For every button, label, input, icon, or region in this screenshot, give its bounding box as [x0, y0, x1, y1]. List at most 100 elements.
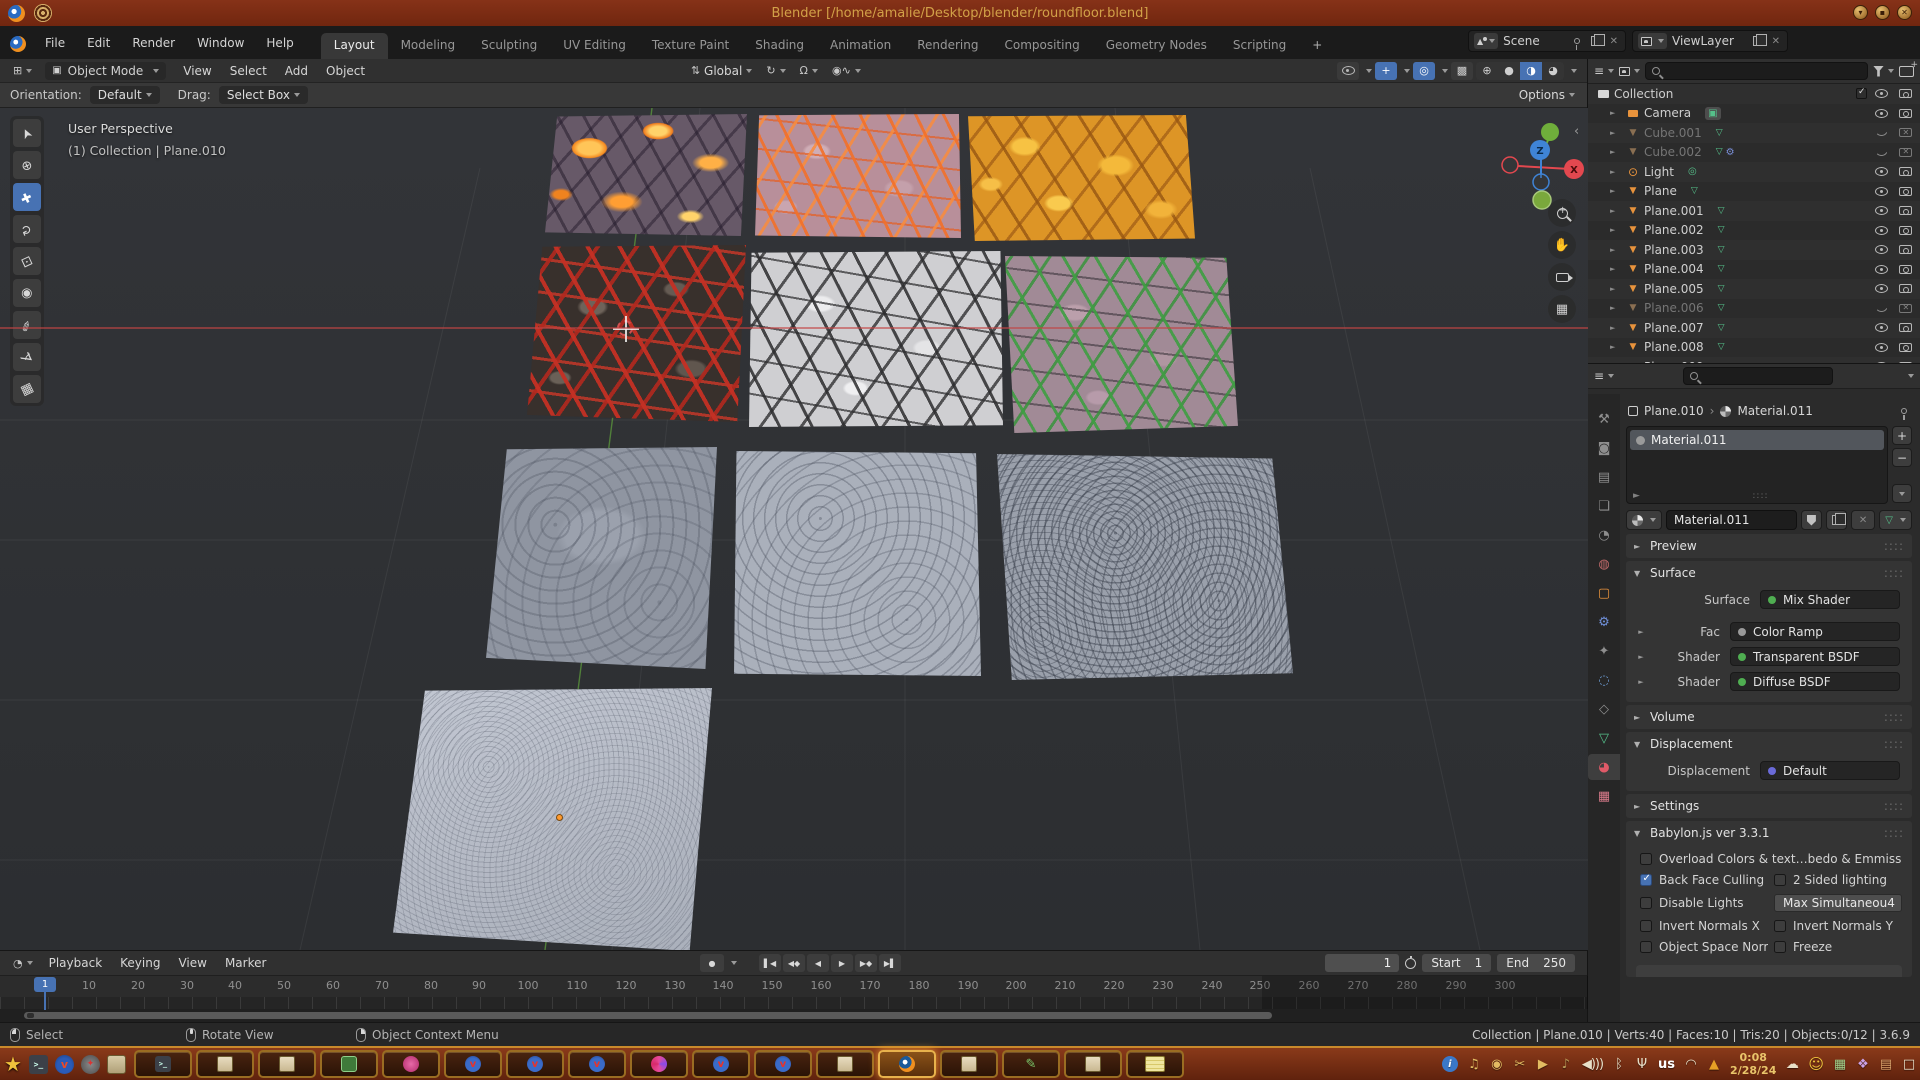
disable-render-icon[interactable]: [1899, 148, 1912, 157]
sidebar-collapse-arrow[interactable]: ‹: [1574, 124, 1579, 139]
outliner-row[interactable]: ► Plane.005: [1588, 279, 1920, 299]
task-file-manager[interactable]: [258, 1050, 316, 1078]
navigation-gizmo[interactable]: Z X: [1492, 116, 1584, 212]
clipboard-icon[interactable]: ✂: [1513, 1057, 1527, 1072]
unlink-material-button[interactable]: ✕: [1851, 510, 1875, 530]
pin-icon[interactable]: [1901, 408, 1907, 414]
tab-uv-editing[interactable]: UV Editing: [550, 33, 639, 59]
material-slot-list[interactable]: Material.011 ►::::: [1626, 426, 1888, 504]
editor-type-button[interactable]: ≡: [1594, 369, 1614, 383]
expand-icon[interactable]: ►: [1610, 187, 1622, 195]
overlays-toggle[interactable]: ◎: [1413, 62, 1435, 80]
launcher-package-icon[interactable]: [107, 1055, 126, 1074]
start-frame-field[interactable]: Start1: [1422, 954, 1491, 972]
tool-select-box[interactable]: ➤: [13, 119, 41, 147]
remove-slot-button[interactable]: −: [1892, 448, 1912, 467]
tab-physics[interactable]: ◌: [1588, 667, 1620, 693]
task-editor[interactable]: ✎: [1002, 1050, 1060, 1078]
viewport-menu-item[interactable]: Add: [276, 62, 317, 80]
editor-type-button[interactable]: ⊞: [8, 62, 37, 79]
dictionary-icon[interactable]: ▤: [1879, 1057, 1893, 1072]
timeline-menu-item[interactable]: Playback: [40, 954, 112, 972]
task-file-manager[interactable]: [196, 1050, 254, 1078]
disable-render-icon[interactable]: [1899, 187, 1912, 196]
keyboard-layout[interactable]: us: [1658, 1057, 1675, 1072]
tab-view-layer[interactable]: ❏: [1588, 493, 1620, 519]
clock[interactable]: 0:08 2/28/24: [1730, 1051, 1776, 1077]
usb-icon[interactable]: Ψ: [1635, 1057, 1649, 1072]
displacement-dropdown[interactable]: Default: [1760, 761, 1900, 780]
play-icon[interactable]: ▶: [1536, 1057, 1550, 1072]
disable-render-icon[interactable]: [1899, 89, 1912, 98]
tab-modeling[interactable]: Modeling: [388, 33, 469, 59]
hide-eye-icon[interactable]: [1875, 89, 1888, 98]
disable-render-icon[interactable]: [1899, 284, 1912, 293]
hide-eye-icon[interactable]: [1875, 305, 1888, 312]
hide-eye-icon[interactable]: [1875, 167, 1888, 176]
expand-icon[interactable]: ►: [1610, 109, 1622, 117]
emoji-icon[interactable]: ☺: [1808, 1055, 1824, 1073]
menu-item[interactable]: File: [34, 36, 76, 59]
copy-material-button[interactable]: [1826, 510, 1847, 530]
launcher-browser-icon[interactable]: v: [55, 1055, 74, 1074]
disable-lights-checkbox[interactable]: [1640, 897, 1652, 909]
menu-item[interactable]: Window: [186, 36, 255, 59]
tool-measure[interactable]: ∡: [13, 343, 41, 371]
tool-annotate[interactable]: ✎: [13, 311, 41, 339]
calculator-icon[interactable]: ▦: [1833, 1057, 1847, 1072]
plane-noise-contour[interactable]: [734, 451, 981, 676]
new-scene-icon[interactable]: [1591, 36, 1600, 46]
outliner-row[interactable]: ► Plane.002: [1588, 221, 1920, 241]
viewport-menu-item[interactable]: Object: [317, 62, 374, 80]
drag-dropdown[interactable]: Select Box: [219, 86, 308, 104]
task-blender[interactable]: [878, 1050, 936, 1078]
hide-eye-icon[interactable]: [1875, 343, 1888, 352]
scrollbar-thumb[interactable]: [24, 1012, 1272, 1019]
tool-cursor[interactable]: ⊕: [13, 151, 41, 179]
prev-keyframe-button[interactable]: ◀◆: [783, 954, 805, 972]
disable-render-icon[interactable]: [1899, 245, 1912, 254]
play-button[interactable]: ▶: [831, 954, 853, 972]
task-file-manager[interactable]: [816, 1050, 874, 1078]
play-reverse-button[interactable]: ◀: [807, 954, 829, 972]
info-icon[interactable]: i: [1442, 1056, 1458, 1072]
outliner-row[interactable]: ► Cube.001: [1588, 123, 1920, 143]
task-browser[interactable]: v: [444, 1050, 502, 1078]
tab-output[interactable]: ▤: [1588, 464, 1620, 490]
expand-icon[interactable]: ►: [1610, 226, 1622, 234]
outliner-search-input[interactable]: [1645, 62, 1868, 80]
auto-keying-button[interactable]: ●: [700, 954, 724, 972]
material-slot-selected[interactable]: Material.011: [1630, 430, 1884, 450]
menu-item[interactable]: Help: [255, 36, 304, 59]
viewport-canvas[interactable]: User Perspective (1) Collection | Plane.…: [0, 108, 1588, 950]
tab-add[interactable]: +: [1299, 33, 1335, 59]
new-collection-button[interactable]: [1899, 66, 1914, 77]
tab-layout[interactable]: Layout: [321, 33, 388, 59]
viewport-menu-item[interactable]: View: [174, 62, 220, 80]
hide-eye-icon[interactable]: [1875, 109, 1888, 118]
jump-to-end-button[interactable]: ▶▌: [879, 954, 901, 972]
tab-constraints[interactable]: ◇: [1588, 696, 1620, 722]
outliner-row[interactable]: ► Plane.009: [1588, 357, 1920, 363]
tab-scene[interactable]: ◔: [1588, 522, 1620, 548]
plane-web-red[interactable]: [527, 245, 746, 422]
selectability-visibility-dropdown[interactable]: [1337, 62, 1359, 80]
task-disc-app[interactable]: [630, 1050, 688, 1078]
two-sided-lighting-checkbox[interactable]: [1774, 874, 1786, 886]
shader2-input-dropdown[interactable]: Diffuse BSDF: [1730, 672, 1900, 691]
xray-toggle[interactable]: ▩: [1451, 62, 1473, 80]
task-terminal[interactable]: >_: [134, 1050, 192, 1078]
expand-icon[interactable]: ►: [1626, 678, 1656, 686]
mode-selector[interactable]: ▣Object Mode: [45, 62, 166, 80]
tab-geometry-nodes[interactable]: Geometry Nodes: [1093, 33, 1220, 59]
tool-scale[interactable]: ⊡: [13, 247, 41, 275]
end-frame-field[interactable]: End250: [1497, 954, 1575, 972]
plane-web-green[interactable]: [1005, 256, 1238, 433]
object-space-normals-checkbox[interactable]: [1640, 941, 1652, 953]
tab-scripting[interactable]: Scripting: [1220, 33, 1299, 59]
tab-render[interactable]: ◙: [1588, 435, 1620, 461]
app-menu-icon[interactable]: ★: [4, 1052, 22, 1076]
maximize-button[interactable]: ▪: [1875, 5, 1890, 20]
disable-render-icon[interactable]: [1899, 206, 1912, 215]
menu-item[interactable]: Render: [121, 36, 186, 59]
